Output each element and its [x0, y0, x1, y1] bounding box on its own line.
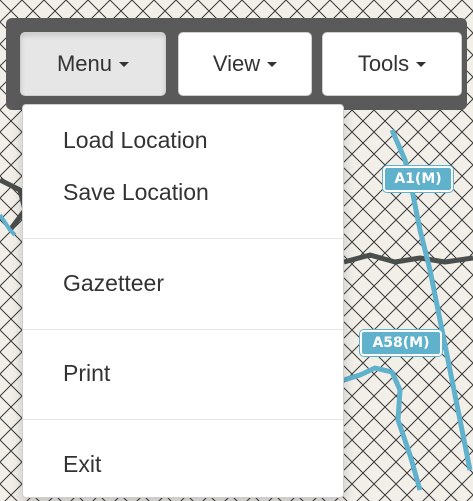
menu-divider: [23, 419, 343, 420]
menu-item-exit[interactable]: Exit: [23, 441, 343, 487]
menu-button-label: Menu: [56, 51, 113, 76]
map-viewer: A1(M) A58(M) Menu View Tools Load Locati…: [0, 0, 473, 501]
menu-item-label: Load Location: [63, 126, 208, 153]
view-button[interactable]: View: [178, 32, 312, 96]
road-shield-a1m: A1(M): [383, 166, 453, 192]
menu-item-label: Gazetteer: [63, 269, 164, 296]
caret-down-icon: [119, 61, 130, 67]
tools-button-label: Tools: [357, 51, 410, 76]
menu-item-save-location[interactable]: Save Location: [23, 169, 343, 215]
menu-item-label: Exit: [63, 450, 102, 477]
menu-item-print[interactable]: Print: [23, 350, 343, 396]
menu-item-label: Save Location: [63, 178, 209, 205]
menu-button[interactable]: Menu: [20, 32, 166, 96]
caret-down-icon: [267, 61, 278, 67]
tools-button[interactable]: Tools: [322, 32, 462, 96]
menu-item-label: Print: [63, 359, 111, 386]
menu-item-load-location[interactable]: Load Location: [23, 117, 343, 163]
menu-divider: [23, 329, 343, 330]
view-button-label: View: [212, 51, 261, 76]
caret-down-icon: [416, 61, 427, 67]
menu-item-gazetteer[interactable]: Gazetteer: [23, 260, 343, 306]
menu-divider: [23, 238, 343, 239]
road-shield-a58m: A58(M): [360, 330, 442, 356]
menu-dropdown: Load Location Save Location Gazetteer Pr…: [22, 104, 344, 498]
